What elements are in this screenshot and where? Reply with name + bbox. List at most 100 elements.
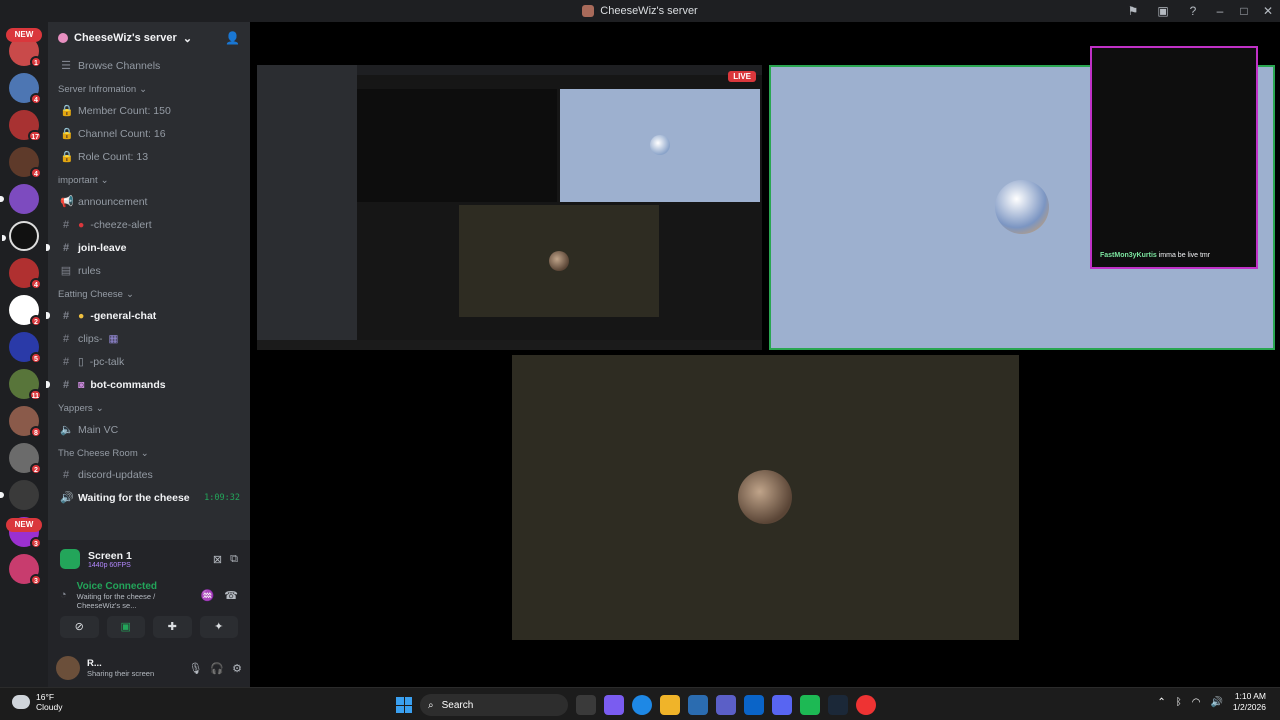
discord-icon[interactable] — [772, 695, 792, 715]
channel-bot-commands[interactable]: # ◙ bot-commands — [46, 373, 250, 396]
server-icon-10[interactable]: 11 — [9, 369, 42, 401]
add-user-icon[interactable]: 👤 — [225, 31, 240, 45]
headphones-icon[interactable]: 🎧 — [210, 662, 224, 675]
noise-suppression-icon[interactable]: ♒ — [201, 589, 215, 602]
store-icon[interactable] — [688, 695, 708, 715]
channel-discord-updates[interactable]: # discord-updates — [48, 463, 250, 486]
voice-connected-row: ◔ Voice Connected Waiting for the cheese… — [48, 578, 250, 612]
new-pill-top[interactable]: NEW — [6, 28, 42, 42]
soundboard-button[interactable]: ✦ — [199, 616, 238, 638]
activities-button[interactable]: ✚ — [153, 616, 192, 638]
server-icon-2[interactable]: 4 — [9, 73, 42, 105]
maximize-button[interactable]: □ — [1232, 4, 1256, 18]
server-icon-13[interactable] — [0, 480, 39, 510]
microphone-icon[interactable]: 🎙 — [188, 662, 202, 675]
category-eating-cheese[interactable]: Eatting Cheese ⌄ — [48, 282, 250, 304]
channel-rules[interactable]: ▤ rules — [48, 259, 250, 282]
wifi-icon[interactable]: ◠ — [1192, 697, 1201, 708]
lock-icon: 🔒 — [60, 105, 74, 117]
chevron-up-icon[interactable]: ⌃ — [1157, 697, 1165, 708]
popout-icon[interactable]: ⧉ — [230, 553, 238, 566]
weather-widget[interactable]: 16°F Cloudy — [12, 692, 62, 712]
teams-icon[interactable] — [716, 695, 736, 715]
monitor-icon[interactable]: ▣ — [1148, 4, 1178, 18]
title-bar-controls: ⚑ ▣ ? – □ ✕ — [1118, 0, 1280, 22]
server-icon-9[interactable]: 5 — [9, 332, 42, 364]
channel-member-count[interactable]: 🔒 Member Count: 150 — [48, 99, 250, 122]
copilot-icon[interactable] — [604, 695, 624, 715]
unread-badge: 2 — [30, 315, 42, 327]
voice-channel-path[interactable]: Waiting for the cheese / CheeseWiz's se.… — [77, 592, 191, 610]
outlook-icon[interactable] — [744, 695, 764, 715]
taskbar-search[interactable]: ⌕ Search — [420, 694, 568, 716]
server-icon-11[interactable]: 8 — [9, 406, 42, 438]
channel-clips[interactable]: # clips- ▦ — [48, 327, 250, 350]
windows-start-icon[interactable] — [396, 697, 412, 713]
minimize-button[interactable]: – — [1208, 4, 1232, 18]
new-pill-bottom[interactable]: NEW — [6, 518, 42, 532]
server-icon-7[interactable]: 4 — [9, 258, 42, 290]
server-name: CheeseWiz's server — [74, 32, 177, 44]
category-server-info[interactable]: Server Infromation ⌄ — [48, 77, 250, 99]
channel-announcement[interactable]: 📢 announcement — [48, 190, 250, 213]
category-yappers[interactable]: Yappers ⌄ — [48, 396, 250, 418]
browse-channels[interactable]: ☰ Browse Channels — [48, 54, 250, 77]
server-icon-8[interactable]: 2 — [9, 295, 42, 327]
user-info[interactable]: R... Sharing their screen — [87, 658, 154, 678]
disconnect-icon[interactable]: ☎ — [224, 589, 238, 602]
help-icon[interactable]: ? — [1178, 4, 1208, 18]
voice-status[interactable]: Voice Connected — [77, 581, 191, 592]
channel-pc-talk[interactable]: # ▯ -pc-talk — [48, 350, 250, 373]
server-icon-15[interactable]: 3 — [9, 554, 42, 586]
camera-off-button[interactable]: ⊘ — [60, 616, 99, 638]
bluetooth-icon[interactable]: ᛒ — [1176, 697, 1182, 708]
avatar[interactable] — [56, 656, 80, 680]
voice-channel-waiting[interactable]: 🔊 Waiting for the cheese 1:09:32 — [48, 486, 250, 509]
channel-cheeze-alert[interactable]: # ● -cheeze-alert — [48, 213, 250, 236]
edge-icon[interactable] — [632, 695, 652, 715]
task-view-icon[interactable] — [576, 695, 596, 715]
flag-icon[interactable]: ⚑ — [1118, 4, 1148, 18]
list-icon: ☰ — [61, 60, 71, 72]
channel-channel-count[interactable]: 🔒 Channel Count: 16 — [48, 122, 250, 145]
popout-stream-window[interactable]: FastMon3yKurtis imma be live tmr — [1090, 46, 1258, 269]
category-important[interactable]: important ⌄ — [48, 168, 250, 190]
category-cheese-room[interactable]: The Cheese Room ⌄ — [48, 441, 250, 463]
speaker-icon: 🔈 — [60, 424, 74, 436]
file-explorer-icon[interactable] — [660, 695, 680, 715]
chevron-down-icon: ⌄ — [125, 289, 134, 300]
close-button[interactable]: ✕ — [1256, 4, 1280, 18]
stop-stream-icon[interactable]: ⊠ — [213, 553, 222, 566]
server-header[interactable]: CheeseWiz's server ⌄ 👤 — [48, 22, 250, 54]
channel-label: rules — [78, 264, 101, 277]
server-icon-5[interactable] — [0, 184, 39, 214]
steam-icon[interactable] — [828, 695, 848, 715]
channel-general-chat[interactable]: # ● -general-chat — [46, 304, 250, 327]
server-icon-6[interactable] — [2, 221, 39, 251]
channel-role-count[interactable]: 🔒 Role Count: 13 — [48, 145, 250, 168]
chrome-icon[interactable] — [856, 695, 876, 715]
server-icon-12[interactable]: 2 — [9, 443, 42, 475]
user-area: R... Sharing their screen 🎙 🎧 ⚙ — [48, 649, 250, 687]
nested-tile-b — [560, 89, 760, 202]
nested-titlebar — [357, 65, 762, 75]
category-label: Eatting Cheese — [58, 289, 123, 300]
signal-icon[interactable]: ◔ — [60, 589, 67, 601]
server-icon — [582, 5, 595, 17]
channel-join-leave[interactable]: # join-leave — [46, 236, 250, 259]
volume-icon[interactable]: 🔊 — [1210, 697, 1222, 708]
gear-icon[interactable]: ⚙ — [232, 662, 242, 675]
server-list: NEW 1 4 17 4 4 2 5 11 8 2 3 3 NEW — [0, 22, 48, 687]
green-app-icon[interactable] — [800, 695, 820, 715]
stream-tile-screen[interactable]: LIVE — [257, 65, 762, 350]
search-label: Search — [441, 699, 474, 711]
voice-channel-main-vc[interactable]: 🔈 Main VC — [48, 418, 250, 441]
share-screen-button[interactable]: ▣ — [106, 616, 145, 638]
clock[interactable]: 1:10 AM 1/2/2026 — [1233, 691, 1266, 713]
server-icon-4[interactable]: 4 — [9, 147, 42, 179]
hash-icon: # — [62, 241, 70, 254]
date: 1/2/2026 — [1232, 702, 1266, 712]
pc-icon: ▯ — [78, 355, 84, 368]
stream-tile-user-b[interactable] — [512, 355, 1019, 640]
server-icon-3[interactable]: 17 — [9, 110, 42, 142]
